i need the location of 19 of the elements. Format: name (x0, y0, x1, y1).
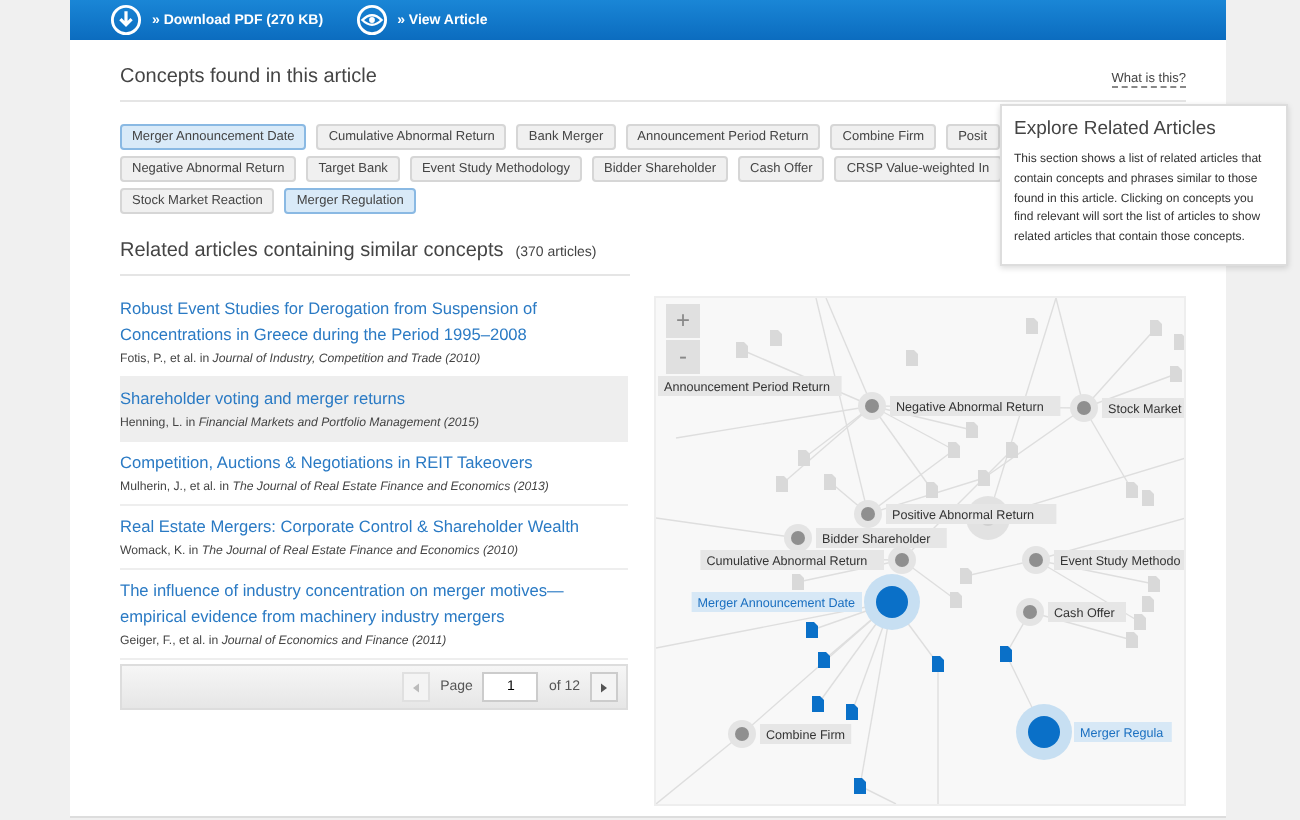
left-triangle-icon (410, 681, 423, 693)
section-heading: Related articles containing similar concepts (120, 240, 504, 262)
previous-page-button[interactable] (402, 672, 431, 702)
next-page-button[interactable] (590, 672, 619, 702)
article-title[interactable]: Robust Event Studies for Derogation from Suspension of Concentrations in Greece during the Period 1995–2008 (120, 296, 629, 348)
article-title[interactable]: Shareholder voting and merger returns (120, 386, 629, 412)
document-icon[interactable] (1000, 646, 1013, 662)
right-triangle-icon (598, 681, 611, 693)
article-title[interactable]: The influence of industry concentration on merger motives—empirical evidence from machinery industry mergers (120, 578, 629, 630)
document-icon[interactable] (846, 704, 859, 720)
eye-icon (355, 4, 388, 36)
download-icon (110, 4, 142, 36)
article-title[interactable]: Real Estate Mergers: Corporate Control & Shareholder Wealth (120, 514, 629, 540)
document-icon[interactable] (812, 696, 825, 712)
tooltip-title: Explore Related Articles (1014, 118, 1218, 140)
section-heading: Concepts found in this article (120, 66, 377, 88)
document-icon[interactable] (932, 656, 945, 672)
document-icon[interactable] (854, 778, 867, 794)
article-title[interactable]: Competition, Auctions & Negotiations in REIT Takeovers (120, 450, 629, 476)
